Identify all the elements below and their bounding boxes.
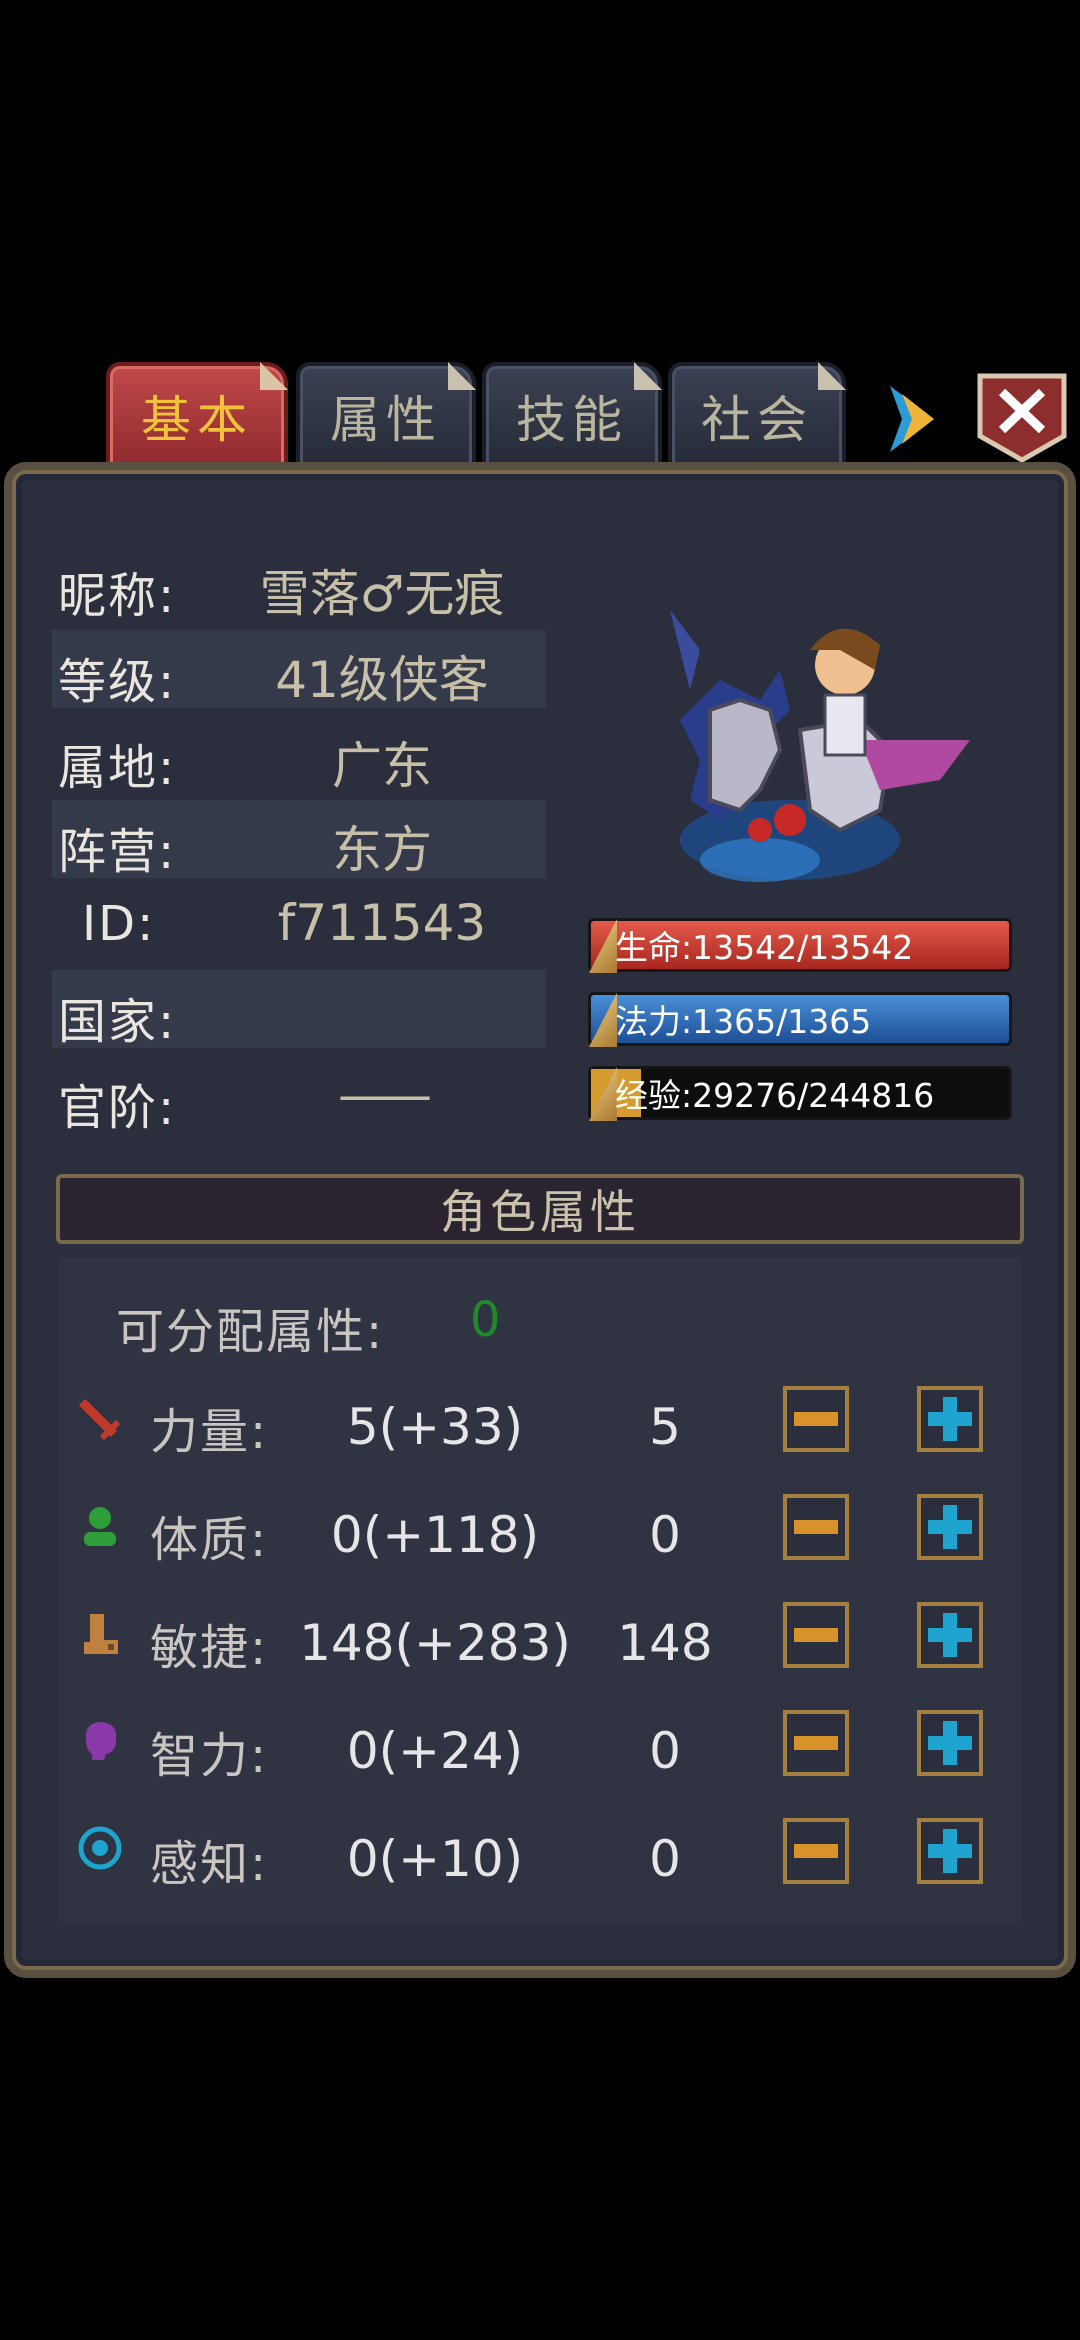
region-label: 属地: [58,740,177,796]
agility-minus-button[interactable] [783,1602,849,1668]
strength-label: 力量: [150,1404,269,1460]
level-value: 41级侠客 [275,651,489,709]
exp-bar: 经验:29276/244816 [588,1066,1012,1121]
agility-plus-button[interactable] [917,1602,983,1668]
country-label: 国家: [58,994,177,1050]
tab-skills[interactable]: 技能 [482,362,662,470]
agility-alloc: 148 [617,1614,713,1672]
id-label: ID: [82,896,156,952]
constitution-minus-button[interactable] [783,1494,849,1560]
plus-icon [928,1829,972,1873]
tab-basic[interactable]: 基本 [106,362,288,470]
camp-label: 阵营: [58,824,177,880]
perception-alloc: 0 [649,1830,681,1888]
intelligence-alloc: 0 [649,1722,681,1780]
tab-social-label: 社会 [701,391,813,449]
minus-icon [794,1628,838,1642]
camp-value: 东方 [332,821,432,879]
exp-text: 经验:29276/244816 [615,1076,935,1115]
region-value: 广东 [332,737,432,795]
boot-icon [78,1612,122,1656]
intelligence-minus-button[interactable] [783,1710,849,1776]
perception-value: 0(+10) [346,1830,524,1888]
perception-label: 感知: [150,1836,269,1892]
plus-icon [928,1505,972,1549]
strength-alloc: 5 [649,1398,681,1456]
perception-plus-button[interactable] [917,1818,983,1884]
intelligence-plus-button[interactable] [917,1710,983,1776]
rank-label: 官阶: [58,1080,177,1136]
close-icon [977,373,1067,463]
perception-minus-button[interactable] [783,1818,849,1884]
minus-icon [794,1412,838,1426]
unallocated-value: 0 [470,1292,501,1348]
mp-bar: 法力:1365/1365 [588,992,1012,1047]
intelligence-label: 智力: [150,1728,269,1784]
plus-icon [928,1721,972,1765]
constitution-plus-button[interactable] [917,1494,983,1560]
strength-minus-button[interactable] [783,1386,849,1452]
strength-plus-button[interactable] [917,1386,983,1452]
hp-text: 生命:13542/13542 [615,928,914,967]
hp-bar: 生命:13542/13542 [588,918,1012,973]
next-arrow-icon[interactable] [884,384,940,454]
plus-icon [928,1397,972,1441]
id-value: f711543 [277,894,487,952]
attributes-header: 角色属性 [56,1174,1024,1244]
constitution-alloc: 0 [649,1506,681,1564]
intelligence-value: 0(+24) [346,1722,524,1780]
tab-skills-label: 技能 [516,391,628,449]
strength-value: 5(+33) [346,1398,524,1456]
close-button[interactable] [976,372,1068,464]
nickname-label: 昵称: [58,568,177,624]
person-icon [78,1504,122,1548]
character-avatar [640,590,980,910]
nickname-value: 雪落♂无痕 [259,565,505,623]
rank-value: —— [338,1066,432,1124]
constitution-label: 体质: [150,1512,269,1568]
constitution-value: 0(+118) [330,1506,540,1564]
eye-icon [78,1826,122,1870]
tab-attributes-label: 属性 [330,391,442,449]
attributes-header-label: 角色属性 [440,1185,640,1239]
unallocated-label: 可分配属性: [116,1304,385,1360]
tab-social[interactable]: 社会 [668,362,846,470]
sword-icon [78,1398,122,1442]
level-label: 等级: [58,654,177,710]
minus-icon [794,1736,838,1750]
tab-attributes[interactable]: 属性 [296,362,476,470]
minus-icon [794,1844,838,1858]
agility-label: 敏捷: [150,1620,269,1676]
tab-basic-label: 基本 [141,391,253,449]
mp-text: 法力:1365/1365 [615,1002,872,1041]
plus-icon [928,1613,972,1657]
screen: { "tabs": [ {"label": "基本"}, {"label": "… [0,0,1080,2340]
minus-icon [794,1520,838,1534]
agility-value: 148(+283) [299,1614,571,1672]
brain-icon [78,1718,122,1762]
